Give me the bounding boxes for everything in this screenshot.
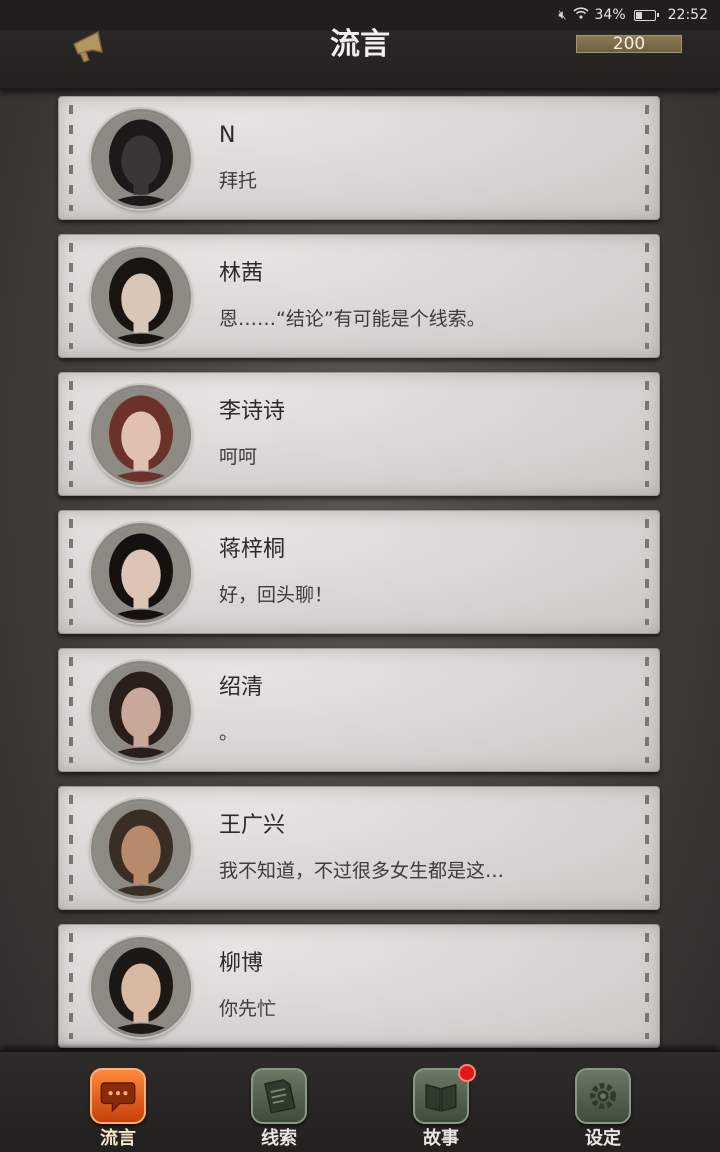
battery-icon (633, 9, 659, 21)
contact-name: 王广兴 (219, 813, 286, 838)
gear-icon[interactable] (575, 1068, 631, 1124)
card-stitch (69, 933, 73, 1039)
contact-card[interactable]: N 拜托 (58, 96, 660, 220)
status-bar: 🔇︎ 34% 22:52 (0, 0, 720, 30)
avatar[interactable] (91, 937, 191, 1037)
last-message: 呵呵 (219, 446, 258, 468)
card-stitch (69, 243, 73, 349)
avatar[interactable] (91, 661, 191, 761)
last-message: 拜托 (219, 170, 258, 192)
contact-name: 柳博 (219, 951, 264, 976)
card-stitch (69, 105, 73, 211)
last-message: 。 (219, 722, 239, 744)
card-stitch (69, 519, 73, 625)
last-message: 恩……“结论”有可能是个线索。 (219, 308, 486, 330)
contact-name: N (219, 123, 236, 148)
avatar[interactable] (91, 523, 191, 623)
card-stitch (69, 657, 73, 763)
chat-bubble-icon[interactable] (90, 1068, 146, 1124)
nav-item-document[interactable]: 线索 (234, 1052, 324, 1152)
document-icon[interactable] (251, 1068, 307, 1124)
battery-percent: 34% (594, 7, 626, 23)
contact-card[interactable]: 绍清。 (58, 648, 660, 772)
avatar[interactable] (91, 385, 191, 485)
card-stitch (645, 795, 649, 901)
nav-label: 设定 (585, 1128, 621, 1149)
contact-name: 蒋梓桐 (219, 537, 286, 562)
contact-name: 李诗诗 (219, 399, 286, 424)
nav-item-chat-bubble[interactable]: 流言 (73, 1052, 163, 1152)
card-stitch (645, 933, 649, 1039)
contact-card[interactable]: 林茜恩……“结论”有可能是个线索。 (58, 234, 660, 358)
contact-card[interactable]: 蒋梓桐好，回头聊！ (58, 510, 660, 634)
card-stitch (645, 381, 649, 487)
contact-card[interactable]: 柳博 你先忙 (58, 924, 660, 1048)
last-message: 好，回头聊！ (219, 584, 334, 606)
card-stitch (69, 795, 73, 901)
card-stitch (645, 105, 649, 211)
card-stitch (645, 519, 649, 625)
coin-balance: 200 (576, 35, 682, 53)
clock: 22:52 (667, 7, 708, 23)
contact-name: 林茜 (219, 261, 264, 286)
bottom-nav: 流言 线索 故事 设定 (0, 1050, 720, 1152)
nav-item-book[interactable]: 故事 (396, 1052, 486, 1152)
mute-icon: 🔇︎ (558, 7, 567, 23)
avatar[interactable] (91, 247, 191, 347)
avatar[interactable] (91, 799, 191, 899)
last-message: 我不知道，不过很多女生都是这… (219, 860, 505, 882)
nav-item-gear[interactable]: 设定 (558, 1052, 648, 1152)
card-stitch (645, 657, 649, 763)
nav-label: 故事 (423, 1128, 459, 1149)
wifi-icon (572, 7, 589, 23)
contact-card[interactable]: 王广兴我不知道，不过很多女生都是这… (58, 786, 660, 910)
last-message: 你先忙 (219, 998, 277, 1020)
nav-label: 流言 (100, 1128, 136, 1149)
contact-name: 绍清 (219, 675, 264, 700)
header: 流言 200 (0, 30, 720, 90)
nav-label: 线索 (261, 1128, 297, 1149)
contact-card[interactable]: 李诗诗 呵呵 (58, 372, 660, 496)
rumor-list: N 拜托林茜恩……“结论”有可能是个线索。 李诗诗呵呵蒋梓桐好，回头聊！ 绍清。王广兴… (0, 90, 720, 1050)
card-stitch (69, 381, 73, 487)
avatar[interactable] (91, 109, 191, 209)
notification-badge (458, 1064, 476, 1082)
card-stitch (645, 243, 649, 349)
